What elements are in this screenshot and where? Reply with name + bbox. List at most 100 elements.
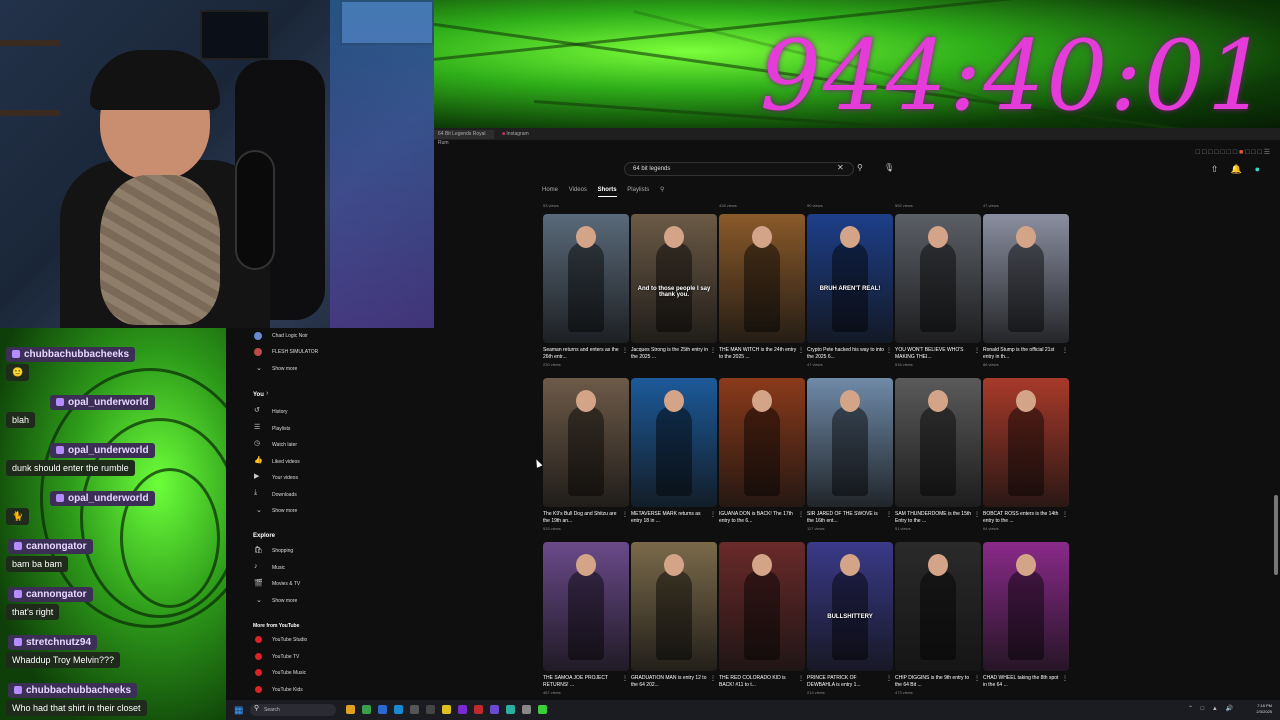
short-title[interactable]: The K9's Bull Dog and Shitzu are the 19t…: [543, 511, 621, 525]
short-title[interactable]: Crypto Pete hacked his way to into the 2…: [807, 347, 885, 361]
short-card[interactable]: The K9's Bull Dog and Shitzu are the 19t…: [543, 378, 629, 534]
app-icon[interactable]: [410, 705, 419, 714]
short-card[interactable]: THE SAMOA JOE PROJECT RETURNS! ... ⋮ 467 v…: [543, 542, 629, 698]
more-options-icon[interactable]: ⋮: [622, 511, 628, 518]
sidebar-section-you[interactable]: You: [253, 392, 264, 398]
sidebar-item[interactable]: YouTube Music: [272, 670, 306, 676]
sidebar-subscription[interactable]: Chad Logic Noir: [272, 333, 308, 339]
short-card[interactable]: And to those people I say thank you. Jacq…: [631, 214, 717, 370]
sidebar-item[interactable]: Music: [272, 565, 285, 571]
short-card[interactable]: YOU WON'T BELIEVE WHO'S MAKING THEI... ⋮ 5…: [895, 214, 981, 370]
short-card[interactable]: BRUH AREN'T REAL! Crypto Pete hacked his …: [807, 214, 893, 370]
short-title[interactable]: PRINCE PATRICK OF DEWBAHLA is entry 1...: [807, 675, 885, 689]
short-thumbnail[interactable]: [895, 214, 981, 343]
app-icon[interactable]: [474, 705, 483, 714]
avatar[interactable]: ●: [1255, 164, 1260, 174]
app-icon[interactable]: [458, 705, 467, 714]
sidebar-item[interactable]: YouTube Studio: [272, 637, 307, 643]
sidebar-item[interactable]: History: [272, 409, 288, 415]
sidebar-item[interactable]: Shopping: [272, 548, 293, 554]
short-title[interactable]: GRADUATION MAN is entry 12 to the 64 202…: [631, 675, 709, 689]
windows-start-icon[interactable]: ▦: [234, 705, 243, 716]
tab-home[interactable]: Home: [542, 187, 558, 193]
app-icon[interactable]: [442, 705, 451, 714]
more-options-icon[interactable]: ⋮: [886, 511, 892, 518]
search-icon[interactable]: ⚲: [857, 163, 863, 172]
close-icon[interactable]: ✕: [837, 163, 844, 172]
sidebar-show-more[interactable]: Show more: [272, 366, 297, 372]
short-title[interactable]: Jacques Strong is the 25th entry in the …: [631, 347, 709, 361]
short-thumbnail[interactable]: [719, 214, 805, 343]
short-title[interactable]: YOU WON'T BELIEVE WHO'S MAKING THEI...: [895, 347, 973, 361]
sidebar-item[interactable]: YouTube Kids: [272, 687, 303, 693]
sidebar-subscription[interactable]: FLESH SIMULATOR: [272, 349, 318, 355]
taskbar-search-input[interactable]: Search: [250, 704, 336, 716]
more-options-icon[interactable]: ⋮: [974, 675, 980, 682]
chrome-icon[interactable]: [362, 705, 371, 714]
short-title[interactable]: CHIP DIGGINS is the 9th entry to the 64 …: [895, 675, 973, 689]
more-options-icon[interactable]: ⋮: [798, 675, 804, 682]
short-thumbnail[interactable]: And to those people I say thank you.: [631, 214, 717, 343]
app-icon[interactable]: [394, 705, 403, 714]
short-thumbnail[interactable]: BRUH AREN'T REAL!: [807, 214, 893, 343]
sidebar-show-more[interactable]: Show more: [272, 598, 297, 604]
sidebar-item[interactable]: Watch later: [272, 442, 297, 448]
browser-tab[interactable]: 64 Bit Legends Royal Rum: [434, 130, 494, 146]
search-icon[interactable]: ⚲: [660, 186, 664, 193]
short-card[interactable]: GRADUATION MAN is entry 12 to the 64 202…: [631, 542, 717, 698]
sidebar-item[interactable]: YouTube TV: [272, 654, 299, 660]
tab-shorts[interactable]: Shorts: [597, 187, 617, 197]
app-icon[interactable]: [426, 705, 435, 714]
short-thumbnail[interactable]: [983, 378, 1069, 507]
short-title[interactable]: THE SAMOA JOE PROJECT RETURNS! ...: [543, 675, 621, 689]
tab-videos[interactable]: Videos: [569, 187, 587, 193]
bell-icon[interactable]: 🔔: [1231, 164, 1242, 174]
short-thumbnail[interactable]: [807, 378, 893, 507]
short-card[interactable]: BULLSHITTERY PRINCE PATRICK OF DEWBAHLA i…: [807, 542, 893, 698]
sidebar-item[interactable]: Downloads: [272, 492, 297, 498]
short-title[interactable]: BOBCAT ROSS enters is the 14th entry to …: [983, 511, 1061, 525]
more-options-icon[interactable]: ⋮: [710, 347, 716, 354]
short-thumbnail[interactable]: [631, 542, 717, 671]
short-card[interactable]: THE RED COLORADO KID is BACK! #11 to t..…: [719, 542, 805, 698]
sidebar-item[interactable]: Movies & TV: [272, 581, 300, 587]
more-options-icon[interactable]: ⋮: [1062, 347, 1068, 354]
short-thumbnail[interactable]: [983, 542, 1069, 671]
app-icon[interactable]: [490, 705, 499, 714]
short-thumbnail[interactable]: [895, 378, 981, 507]
short-title[interactable]: CHAD WHEEL taking the 8th spot in the 64…: [983, 675, 1061, 689]
more-options-icon[interactable]: ⋮: [710, 675, 716, 682]
short-card[interactable]: CHIP DIGGINS is the 9th entry to the 64 …: [895, 542, 981, 698]
more-options-icon[interactable]: ⋮: [710, 511, 716, 518]
short-card[interactable]: Seaman returns and enters as the 26th en…: [543, 214, 629, 370]
sidebar-item[interactable]: Your videos: [272, 475, 298, 481]
tab-playlists[interactable]: Playlists: [627, 187, 649, 193]
browser-tab[interactable]: ■ Instagram: [498, 130, 558, 139]
more-options-icon[interactable]: ⋮: [798, 347, 804, 354]
short-title[interactable]: METAVERSE MARK returns as entry 18 in ..…: [631, 511, 709, 525]
more-options-icon[interactable]: ⋮: [974, 511, 980, 518]
microphone-icon[interactable]: 🎙: [884, 163, 894, 172]
short-title[interactable]: Ronald Stump is the official 21st entry …: [983, 347, 1061, 361]
file-explorer-icon[interactable]: [346, 705, 355, 714]
clock[interactable]: 7:18 PM 2/3/2025: [1256, 703, 1272, 715]
short-thumbnail[interactable]: [543, 214, 629, 343]
sidebar-item[interactable]: Playlists: [272, 426, 290, 432]
short-thumbnail[interactable]: [631, 378, 717, 507]
app-icon[interactable]: [506, 705, 515, 714]
short-thumbnail[interactable]: BULLSHITTERY: [807, 542, 893, 671]
system-tray[interactable]: ⌃ □ ▲ 🔊: [1188, 705, 1236, 712]
scrollbar[interactable]: [1274, 495, 1278, 575]
more-options-icon[interactable]: ⋮: [798, 511, 804, 518]
more-options-icon[interactable]: ⋮: [622, 347, 628, 354]
more-options-icon[interactable]: ⋮: [886, 347, 892, 354]
short-card[interactable]: THE MAN WITCH is the 24th entry to the 2…: [719, 214, 805, 370]
short-thumbnail[interactable]: [719, 542, 805, 671]
more-options-icon[interactable]: ⋮: [622, 675, 628, 682]
short-title[interactable]: SAM THUNDERDOME is the 15th Entry to the…: [895, 511, 973, 525]
browser-icon[interactable]: [378, 705, 387, 714]
short-thumbnail[interactable]: [719, 378, 805, 507]
short-card[interactable]: BOBCAT ROSS enters is the 14th entry to …: [983, 378, 1069, 534]
short-card[interactable]: SIR JARED OF THE SWOVE is the 16th ent..…: [807, 378, 893, 534]
short-title[interactable]: THE RED COLORADO KID is BACK! #11 to t..…: [719, 675, 797, 689]
